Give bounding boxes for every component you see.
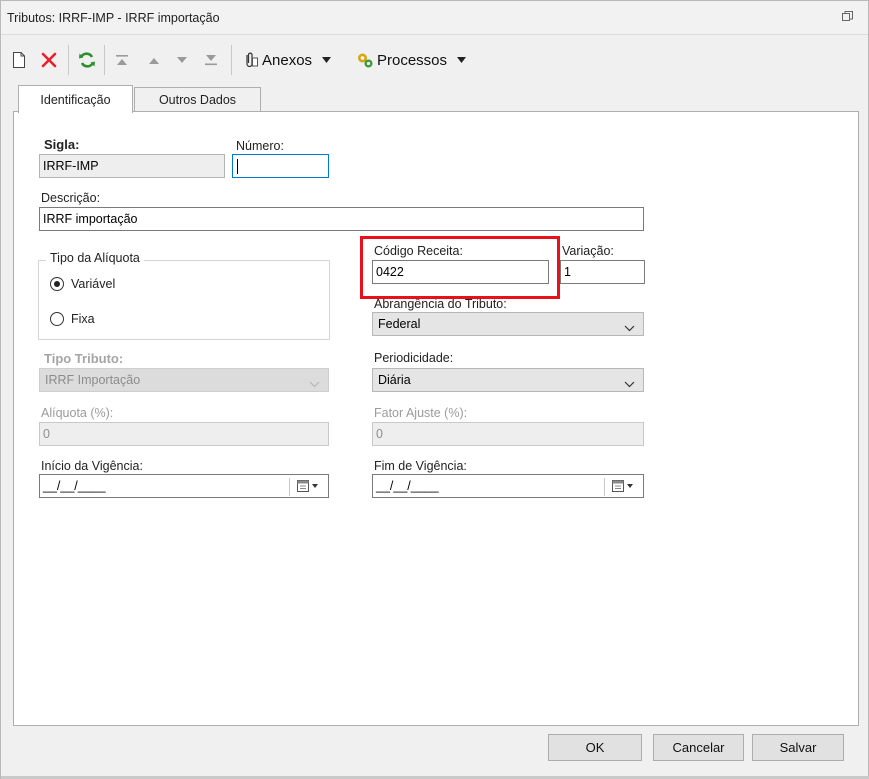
- gears-icon: [356, 51, 374, 69]
- sigla-field: IRRF-IMP: [39, 154, 225, 178]
- new-document-icon[interactable]: [11, 49, 27, 71]
- tipo-tributo-value: IRRF Importação: [45, 373, 141, 387]
- chevron-down-icon: [322, 57, 332, 63]
- aliquota-input: 0: [39, 422, 329, 446]
- numero-input[interactable]: [232, 154, 329, 178]
- delete-icon[interactable]: [41, 49, 57, 71]
- radio-selected-icon: [50, 277, 64, 291]
- attachments-button[interactable]: Anexos: [241, 49, 332, 71]
- fim-vigencia-value: __/__/____: [376, 479, 439, 493]
- toolbar: Anexos Processos: [1, 39, 868, 81]
- radio-unselected-icon: [50, 312, 64, 326]
- calendar-icon[interactable]: [611, 479, 635, 496]
- processes-label: Processos: [377, 51, 448, 69]
- numero-label: Número:: [236, 139, 284, 153]
- chevron-down-icon: [624, 321, 635, 335]
- periodicidade-label: Periodicidade:: [374, 351, 454, 365]
- paperclip-icon: [241, 51, 259, 69]
- radio-fixa-label: Fixa: [71, 312, 95, 326]
- tipo-tributo-select: IRRF Importação: [39, 368, 329, 392]
- fator-ajuste-input: 0: [372, 422, 644, 446]
- inicio-vigencia-label: Início da Vigência:: [41, 459, 143, 473]
- chevron-down-icon: [624, 377, 635, 391]
- periodicidade-value: Diária: [378, 373, 411, 387]
- processes-button[interactable]: Processos: [356, 49, 467, 71]
- variacao-label: Variação:: [562, 244, 614, 258]
- variacao-input[interactable]: 1: [560, 260, 645, 284]
- radio-variavel[interactable]: Variável: [50, 277, 115, 291]
- previous-record-icon[interactable]: [146, 49, 162, 71]
- first-record-icon[interactable]: [114, 49, 130, 71]
- save-button[interactable]: Salvar: [752, 734, 844, 761]
- calendar-icon[interactable]: [296, 479, 320, 496]
- cancel-button[interactable]: Cancelar: [653, 734, 744, 761]
- dialog-window: Tributos: IRRF-IMP - IRRF importação Ane…: [0, 0, 869, 779]
- attachments-label: Anexos: [262, 51, 313, 69]
- abrangencia-select[interactable]: Federal: [372, 312, 644, 336]
- inicio-vigencia-input[interactable]: __/__/____: [39, 474, 329, 498]
- next-record-icon[interactable]: [174, 49, 190, 71]
- radio-fixa[interactable]: Fixa: [50, 312, 95, 326]
- aliquota-label: Alíquota (%):: [41, 406, 114, 420]
- sigla-label: Sigla:: [44, 137, 80, 152]
- refresh-icon[interactable]: [78, 49, 96, 71]
- tipo-aliquota-title: Tipo da Alíquota: [46, 251, 144, 265]
- chevron-down-icon: [309, 377, 320, 391]
- inicio-vigencia-value: __/__/____: [43, 479, 106, 493]
- chevron-down-icon: [457, 57, 467, 63]
- fator-ajuste-label: Fator Ajuste (%):: [374, 406, 468, 420]
- last-record-icon[interactable]: [203, 49, 219, 71]
- fim-vigencia-input[interactable]: __/__/____: [372, 474, 644, 498]
- title-bar: Tributos: IRRF-IMP - IRRF importação: [1, 1, 868, 35]
- window-title: Tributos: IRRF-IMP - IRRF importação: [7, 11, 220, 25]
- ok-button[interactable]: OK: [548, 734, 642, 761]
- tab-outros-dados[interactable]: Outros Dados: [134, 87, 261, 112]
- periodicidade-select[interactable]: Diária: [372, 368, 644, 392]
- abrangencia-label: Abrangência do Tributo:: [374, 297, 507, 311]
- tab-identificacao[interactable]: Identificação: [18, 85, 133, 113]
- tipo-aliquota-group: [38, 260, 330, 340]
- restore-icon[interactable]: [841, 10, 854, 26]
- abrangencia-value: Federal: [378, 317, 421, 331]
- descricao-label: Descrição:: [41, 191, 101, 205]
- radio-variavel-label: Variável: [71, 277, 116, 291]
- fim-vigencia-label: Fim de Vigência:: [374, 459, 467, 473]
- tipo-tributo-label: Tipo Tributo:: [44, 351, 124, 366]
- highlight-box: [360, 236, 560, 299]
- descricao-input[interactable]: IRRF importação: [39, 207, 644, 231]
